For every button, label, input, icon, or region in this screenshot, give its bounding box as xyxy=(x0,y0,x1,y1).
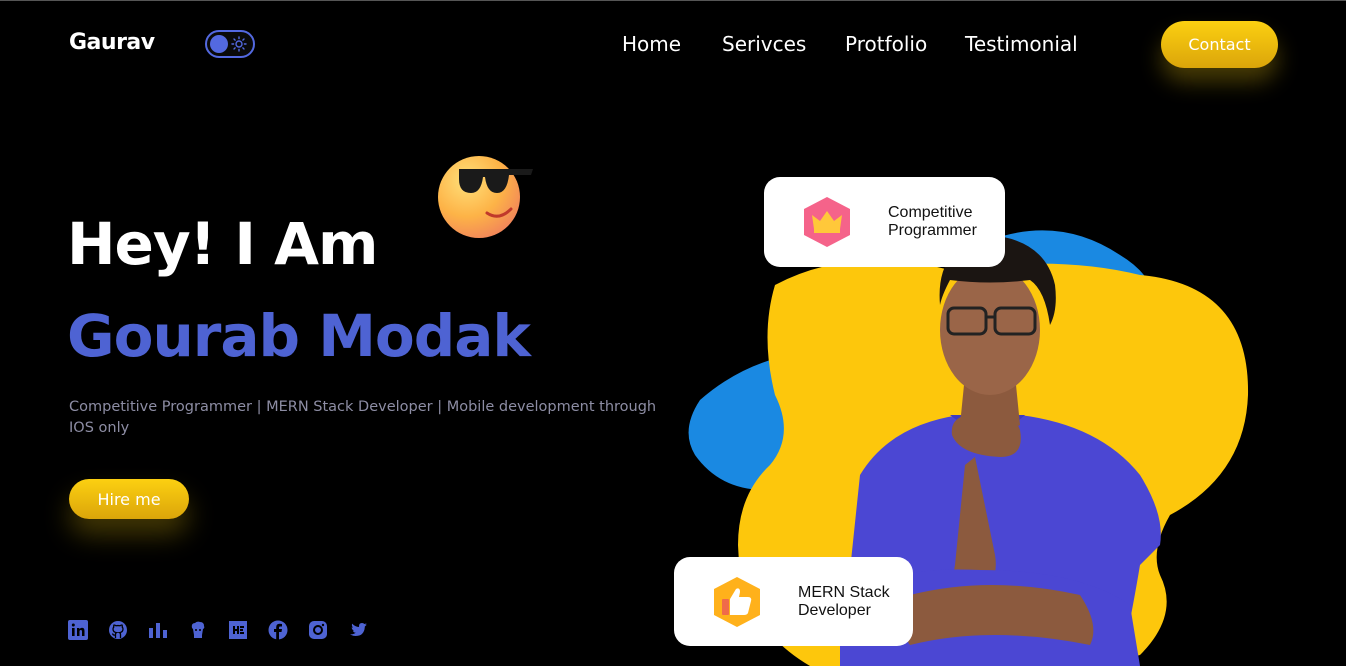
top-border xyxy=(0,0,1346,1)
hero-subtitle: Competitive Programmer | MERN Stack Deve… xyxy=(69,399,657,436)
mern-stack-badge: MERN Stack Developer xyxy=(674,557,913,646)
hire-me-button[interactable]: Hire me xyxy=(69,479,189,519)
stats-icon[interactable] xyxy=(148,620,168,640)
theme-toggle[interactable] xyxy=(205,30,255,58)
nav-home[interactable]: Home xyxy=(622,32,681,56)
nav-testimonial[interactable]: Testimonial xyxy=(965,32,1078,56)
hackerearth-icon[interactable] xyxy=(228,620,248,640)
hero-greeting: Hey! I Am xyxy=(67,210,378,278)
sun-icon xyxy=(231,36,247,52)
sunglasses-emoji-icon xyxy=(438,156,533,238)
facebook-icon[interactable] xyxy=(268,620,288,640)
nav-portfolio[interactable]: Protfolio xyxy=(845,32,927,56)
github-icon[interactable] xyxy=(108,620,128,640)
badge-2-line2: Developer xyxy=(798,601,871,619)
competitive-programmer-badge: Competitive Programmer xyxy=(764,177,1005,267)
badge-2-line1: MERN Stack xyxy=(798,583,890,601)
badge-1-line1: Competitive xyxy=(888,204,973,221)
contact-button[interactable]: Contact xyxy=(1161,21,1278,68)
crown-icon xyxy=(804,197,850,247)
toggle-knob xyxy=(210,35,228,53)
linkedin-icon[interactable] xyxy=(68,620,88,640)
nav-services[interactable]: Serivces xyxy=(722,32,806,56)
hero-name: Gourab Modak xyxy=(67,302,531,370)
instagram-icon[interactable] xyxy=(308,620,328,640)
twitter-icon[interactable] xyxy=(348,620,368,640)
thumbs-up-icon xyxy=(714,576,760,627)
badge-1-line2: Programmer xyxy=(888,222,977,239)
codechef-icon[interactable] xyxy=(188,620,208,640)
site-logo[interactable]: Gaurav xyxy=(69,30,155,55)
social-links xyxy=(68,620,368,640)
